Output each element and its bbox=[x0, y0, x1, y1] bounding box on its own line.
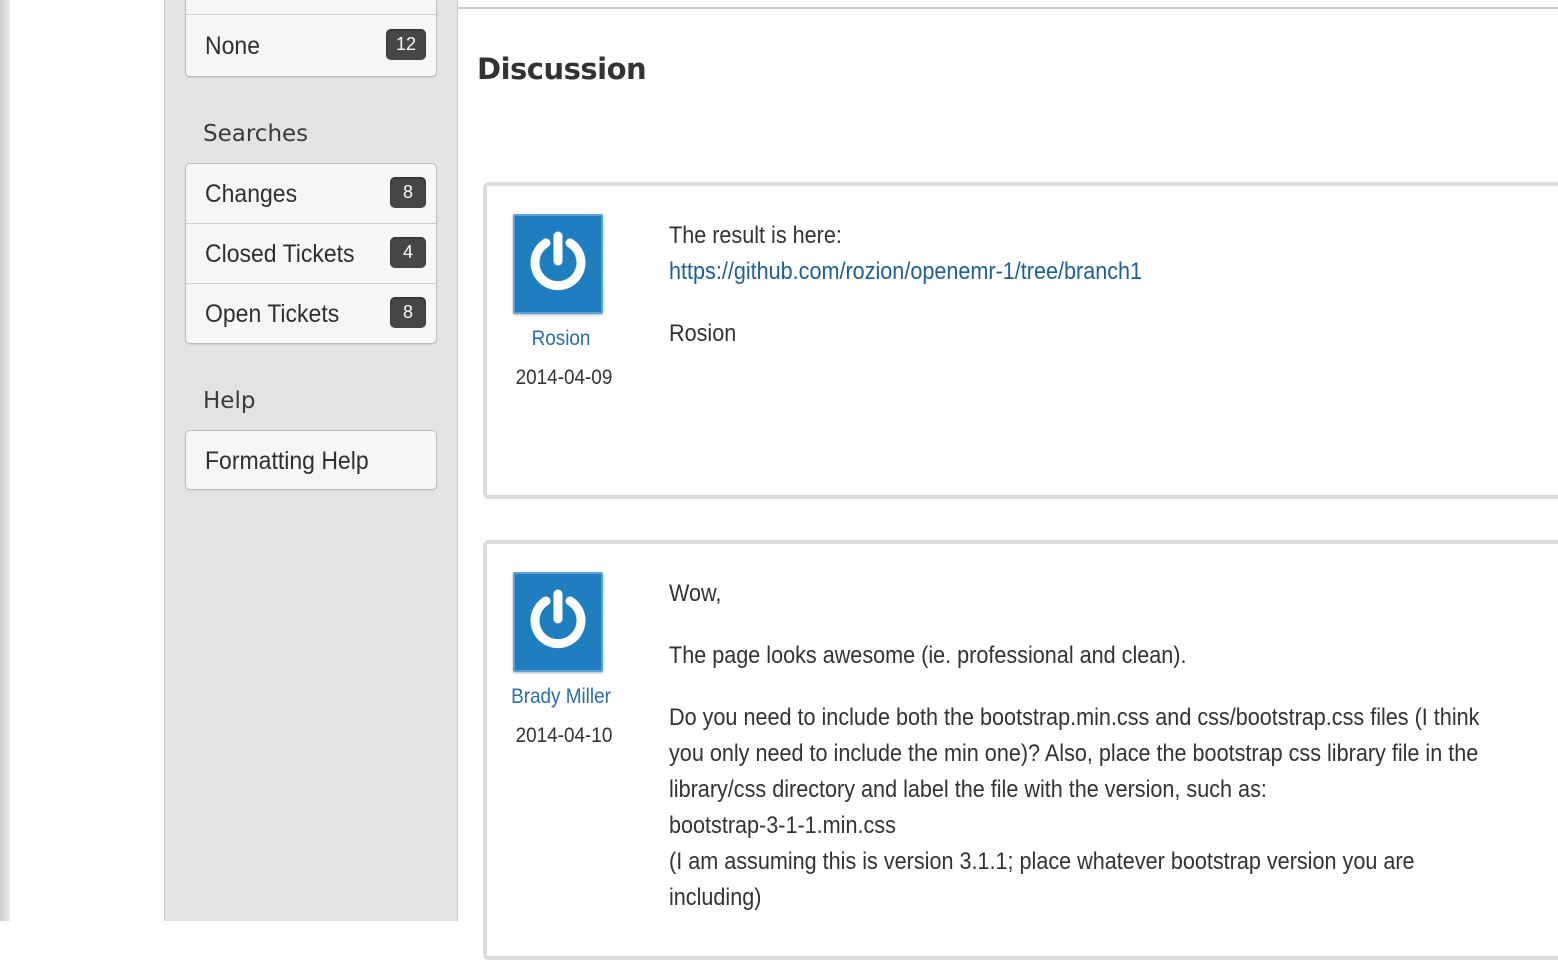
comment-card: Brady Miller 2014-04-10 Wow, The page lo… bbox=[483, 540, 1558, 960]
count-badge: 8 bbox=[390, 297, 426, 328]
sidebar-item-none[interactable]: None 12 bbox=[186, 16, 436, 76]
searches-group: Changes 8 Closed Tickets 4 Open Tickets … bbox=[185, 163, 437, 344]
comment-text: library/css directory and label the file… bbox=[669, 776, 1267, 803]
result-link[interactable]: https://github.com/rozion/openemr-1/tree… bbox=[669, 258, 1142, 285]
author-link[interactable]: Rosion bbox=[494, 327, 627, 351]
count-badge: 4 bbox=[390, 237, 426, 268]
window-edge bbox=[0, 0, 10, 921]
top-divider bbox=[457, 7, 1558, 9]
comment-text: The page looks awesome (ie. professional… bbox=[669, 642, 1187, 669]
sidebar-item-label: Changes bbox=[205, 180, 298, 208]
sidebar-item-label: Closed Tickets bbox=[205, 240, 355, 268]
sidebar: None 12 Searches Changes 8 Closed Ticket… bbox=[164, 0, 458, 921]
count-badge: 12 bbox=[385, 29, 426, 60]
page-title: Discussion bbox=[477, 52, 647, 86]
count-badge: 8 bbox=[390, 177, 426, 208]
power-icon bbox=[530, 589, 586, 649]
sidebar-item-label: None bbox=[205, 32, 260, 60]
comment-text: Do you need to include both the bootstra… bbox=[669, 704, 1480, 731]
sidebar-item-formatting-help[interactable]: Formatting Help bbox=[186, 431, 436, 491]
sidebar-item-open-tickets[interactable]: Open Tickets 8 bbox=[186, 284, 436, 344]
comment-text: Wow, bbox=[669, 580, 722, 607]
searches-heading: Searches bbox=[203, 121, 309, 147]
avatar[interactable] bbox=[513, 572, 603, 672]
comment-date: 2014-04-09 bbox=[515, 366, 613, 389]
sidebar-item-closed-tickets[interactable]: Closed Tickets 4 bbox=[186, 224, 436, 284]
comment-text: bootstrap-3-1-1.min.css bbox=[669, 812, 896, 839]
comment-body: Wow, The page looks awesome (ie. profess… bbox=[669, 576, 1558, 916]
sidebar-item-label: Formatting Help bbox=[205, 447, 369, 475]
comment-text: (I am assuming this is version 3.1.1; pl… bbox=[669, 848, 1415, 875]
comment-signature: Rosion bbox=[669, 320, 737, 347]
sidebar-item-label: Open Tickets bbox=[205, 300, 340, 328]
comment-text: The result is here: bbox=[669, 222, 842, 249]
power-icon bbox=[530, 231, 586, 291]
comment-text: including) bbox=[669, 884, 762, 911]
sidebar-item-changes[interactable]: Changes 8 bbox=[186, 164, 436, 224]
comment-text: you only need to include the min one)? A… bbox=[669, 740, 1479, 767]
avatar[interactable] bbox=[513, 214, 603, 314]
author-link[interactable]: Brady Miller bbox=[494, 685, 627, 709]
filter-group: None 12 bbox=[185, 0, 437, 77]
comment-body: The result is here: https://github.com/r… bbox=[669, 218, 1558, 352]
help-group: Formatting Help bbox=[185, 430, 437, 490]
comment-date: 2014-04-10 bbox=[515, 724, 613, 747]
comment-card: Rosion 2014-04-09 The result is here: ht… bbox=[483, 182, 1558, 499]
divider bbox=[186, 14, 436, 15]
help-heading: Help bbox=[203, 388, 256, 414]
